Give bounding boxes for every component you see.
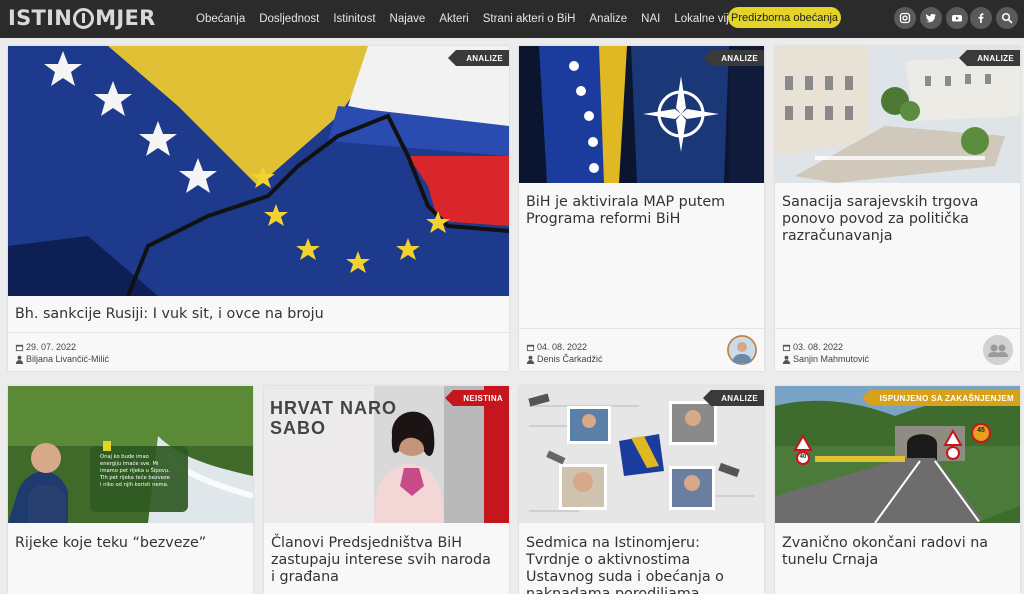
- rivers-quote-image: Onaj ko bude imao energiju imaće sve. Mi…: [8, 386, 253, 523]
- article-card-weekly[interactable]: ANALIZE Sedmica na Istinomjeru: Tvrdnje …: [519, 386, 764, 594]
- bih-nato-flags-image: [519, 46, 764, 183]
- nav-najave[interactable]: Najave: [390, 13, 426, 25]
- article-author[interactable]: Biljana Livančić-Milić: [15, 354, 109, 364]
- facebook-icon[interactable]: [970, 7, 992, 29]
- article-title[interactable]: Sanacija sarajevskih trgova ponovo povod…: [782, 194, 1010, 245]
- calendar-icon: [526, 344, 535, 351]
- verdict-badge: NEISTINA: [445, 390, 509, 406]
- nav-obecanja[interactable]: Obećanja: [196, 13, 245, 25]
- calendar-icon: [782, 344, 791, 351]
- article-title[interactable]: Sedmica na Istinomjeru: Tvrdnje o aktivn…: [526, 535, 754, 594]
- top-navbar: ISTIN MJER Obećanja Dosljednost Istinitos…: [0, 0, 1024, 38]
- article-card-presidency[interactable]: HRVAT NARO SABO NEISTINA Članovi Predsje…: [264, 386, 509, 594]
- youtube-icon[interactable]: [946, 7, 968, 29]
- weekly-collage-image: [519, 386, 764, 523]
- category-badge: ANALIZE: [703, 390, 764, 406]
- nav-nai[interactable]: NAI: [641, 13, 660, 25]
- article-card-sanctions[interactable]: ANALIZE Bh. sankcije Rusiji: I vuk sit, …: [8, 46, 509, 371]
- twitter-icon[interactable]: [920, 7, 942, 29]
- article-title[interactable]: Bh. sankcije Rusiji: I vuk sit, i ovce n…: [15, 306, 499, 323]
- category-badge: ANALIZE: [448, 50, 509, 66]
- article-date: 03. 08. 2022: [782, 342, 843, 352]
- speed-limit-sign-text: 40: [799, 454, 807, 460]
- sarajevo-square-render-image: [775, 46, 1020, 183]
- calendar-icon: [15, 344, 24, 351]
- quote-text: Onaj ko bude imao energiju imaće sve. Mi…: [100, 454, 170, 488]
- nav-dosljednost[interactable]: Dosljednost: [259, 13, 319, 25]
- category-badge: ANALIZE: [959, 50, 1020, 66]
- nav-akteri[interactable]: Akteri: [439, 13, 468, 25]
- card-divider: [775, 328, 1020, 329]
- article-date: 04. 08. 2022: [526, 342, 587, 352]
- user-icon: [782, 355, 791, 364]
- article-author[interactable]: Sanjin Mahmutović: [782, 354, 869, 364]
- card-divider: [8, 332, 509, 333]
- main-nav: Obećanja Dosljednost Istinitost Najave A…: [196, 0, 789, 38]
- tunnel-road-image: 45 40: [775, 386, 1020, 523]
- studio-backdrop-text: HRVAT NARO SABO: [270, 398, 397, 438]
- article-card-squares[interactable]: ANALIZE Sanacija sarajevskih trgova pono…: [775, 46, 1020, 371]
- category-badge: ANALIZE: [703, 50, 764, 66]
- status-badge: ISPUNJENO SA ZAKAŠNJENJEM: [861, 390, 1020, 406]
- user-icon: [15, 355, 24, 364]
- article-author[interactable]: Denis Čarkadžić: [526, 354, 603, 364]
- nav-analize[interactable]: Analize: [589, 13, 627, 25]
- article-title[interactable]: BiH je aktivirala MAP putem Programa ref…: [526, 194, 754, 228]
- author-avatar[interactable]: [727, 335, 757, 365]
- card-divider: [519, 328, 764, 329]
- article-card-map[interactable]: ANALIZE BiH je aktivirala MAP putem Prog…: [519, 46, 764, 371]
- tv-studio-guest-image: HRVAT NARO SABO: [264, 386, 509, 523]
- article-title[interactable]: Članovi Predsjedništva BiH zastupaju int…: [271, 535, 499, 586]
- nav-istinitost[interactable]: Istinitost: [333, 13, 375, 25]
- nav-strani-akteri[interactable]: Strani akteri o BiH: [483, 13, 576, 25]
- eu-russia-bih-flags-image: [8, 46, 509, 296]
- site-logo[interactable]: ISTIN MJER: [8, 6, 156, 30]
- election-promises-button[interactable]: Predizborna obećanja: [728, 7, 841, 28]
- article-title[interactable]: Rijeke koje teku “bezveze”: [15, 535, 243, 552]
- logo-dial-icon: [73, 7, 95, 29]
- article-date: 29. 07. 2022: [15, 342, 76, 352]
- article-title[interactable]: Zvanično okončani radovi na tunelu Crnaj…: [782, 535, 1010, 569]
- article-card-rivers[interactable]: Onaj ko bude imao energiju imaće sve. Mi…: [8, 386, 253, 594]
- search-icon[interactable]: [996, 7, 1018, 29]
- group-avatar-icon[interactable]: [983, 335, 1013, 365]
- user-icon: [526, 355, 535, 364]
- article-card-tunnel[interactable]: 45 40 ISPUNJENO SA ZAKAŠNJENJEM Zvanično…: [775, 386, 1020, 594]
- instagram-icon[interactable]: [894, 7, 916, 29]
- speed-sign-text: 45: [977, 427, 985, 434]
